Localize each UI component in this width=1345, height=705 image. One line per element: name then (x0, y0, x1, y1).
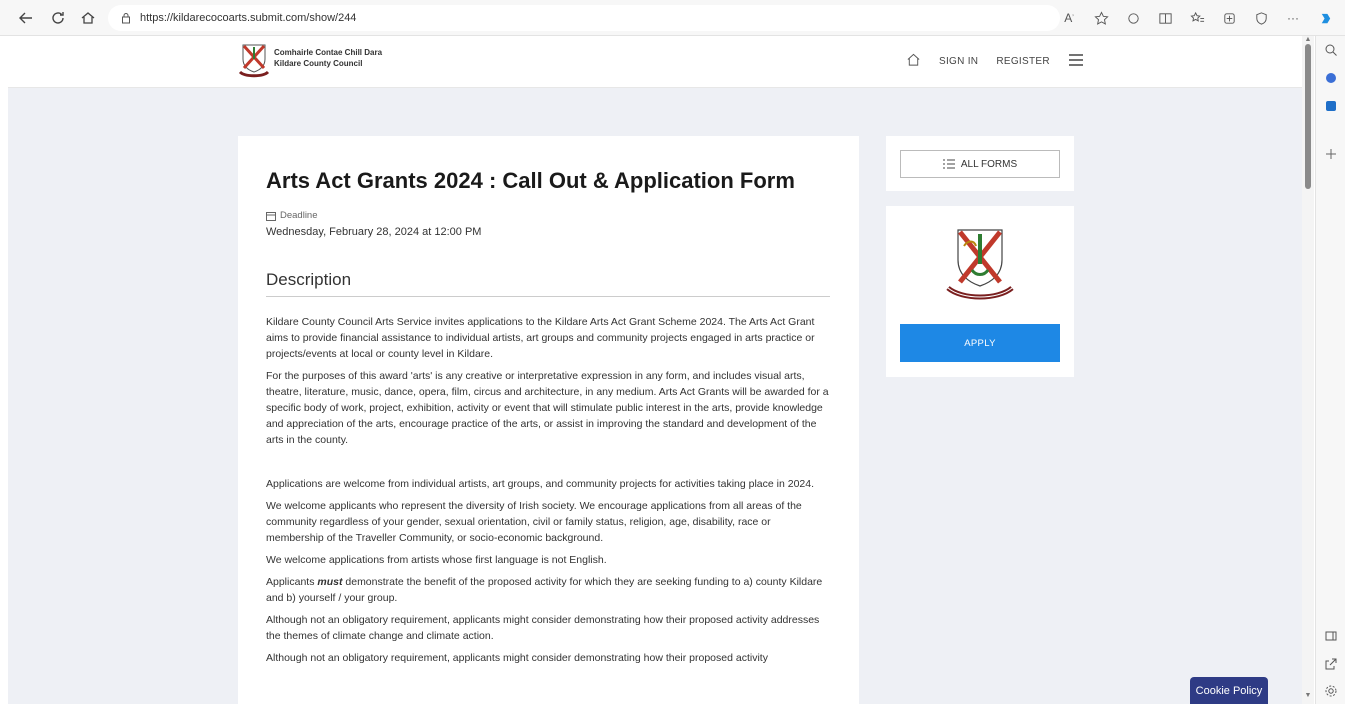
all-forms-label: ALL FORMS (960, 158, 1018, 170)
description-paragraph: For the purposes of this award 'arts' is… (266, 370, 829, 446)
description-paragraph: Applicants must demonstrate the benefit … (266, 576, 823, 604)
copilot-icon[interactable] (1311, 6, 1339, 30)
cookie-policy-button[interactable]: Cookie Policy (1190, 677, 1268, 704)
council-logo[interactable]: Comhairle Contae Chill Dara Kildare Coun… (238, 42, 382, 80)
add-icon[interactable] (1316, 140, 1345, 168)
more-options-icon[interactable]: ··· (1279, 6, 1307, 30)
deadline-label: Deadline (280, 210, 318, 221)
scroll-down-arrow-icon[interactable]: ▼ (1304, 692, 1312, 700)
home-icon[interactable] (74, 4, 102, 32)
emphasis-must: must (317, 576, 343, 588)
sidebar-panel-icon[interactable] (1316, 622, 1345, 650)
browser-essentials-icon[interactable] (1247, 6, 1275, 30)
register-link[interactable]: REGISTER (996, 56, 1050, 67)
council-crest-image (946, 229, 1014, 300)
description-paragraph: We welcome applications from artists who… (266, 554, 607, 566)
extensions-icon[interactable] (1119, 6, 1147, 30)
all-forms-button[interactable]: ALL FORMS (900, 150, 1060, 178)
address-bar[interactable]: https://kildarecocoarts.submit.com/show/… (108, 5, 1060, 31)
apply-card: APPLY (886, 206, 1074, 377)
shopping-icon[interactable] (1316, 64, 1345, 92)
logo-line-irish: Comhairle Contae Chill Dara (274, 48, 383, 57)
form-title: Arts Act Grants 2024 : Call Out & Applic… (266, 168, 795, 193)
description-paragraph: Although not an obligatory requirement, … (266, 652, 768, 664)
page-scrollbar[interactable]: ▲ ▼ (1302, 36, 1314, 704)
back-icon[interactable] (12, 4, 40, 32)
form-details-card: Arts Act Grants 2024 : Call Out & Applic… (238, 136, 859, 704)
description-heading: Description (266, 270, 352, 289)
search-icon[interactable] (1316, 36, 1345, 64)
description-paragraph: Applications are welcome from individual… (266, 478, 815, 490)
browser-toolbar: https://kildarecocoarts.submit.com/show/… (0, 0, 1345, 36)
description-body: Kildare County Council Arts Service invi… (266, 314, 830, 672)
divider (266, 296, 830, 297)
site-header: Comhairle Contae Chill Dara Kildare Coun… (8, 36, 1302, 88)
apply-button[interactable]: APPLY (900, 324, 1060, 362)
scroll-up-arrow-icon[interactable]: ▲ (1304, 36, 1312, 44)
favorite-star-icon[interactable] (1087, 6, 1115, 30)
description-paragraph: Kildare County Council Arts Service invi… (266, 316, 815, 360)
hamburger-menu-icon[interactable] (1068, 53, 1084, 70)
edge-sidebar (1315, 36, 1345, 704)
page-viewport: Comhairle Contae Chill Dara Kildare Coun… (8, 36, 1302, 704)
calendar-icon (266, 211, 276, 221)
favorites-icon[interactable] (1183, 6, 1211, 30)
lock-icon (122, 13, 130, 24)
refresh-icon[interactable] (44, 4, 72, 32)
scroll-thumb[interactable] (1305, 44, 1311, 189)
all-forms-card: ALL FORMS (886, 136, 1074, 191)
split-screen-icon[interactable] (1151, 6, 1179, 30)
read-aloud-icon[interactable]: Aʼ (1055, 6, 1083, 30)
home-nav-icon[interactable] (906, 52, 921, 70)
sign-in-link[interactable]: SIGN IN (939, 56, 978, 67)
description-paragraph: We welcome applicants who represent the … (266, 500, 802, 544)
external-link-icon[interactable] (1316, 650, 1345, 678)
description-paragraph: Although not an obligatory requirement, … (266, 614, 820, 642)
collections-icon[interactable] (1215, 6, 1243, 30)
list-icon (942, 159, 955, 169)
url-text: https://kildarecocoarts.submit.com/show/… (140, 12, 357, 24)
crest-icon (238, 44, 270, 78)
settings-gear-icon[interactable] (1316, 677, 1345, 705)
logo-line-english: Kildare County Council (274, 59, 363, 68)
outlook-icon[interactable] (1316, 92, 1345, 120)
deadline-value: Wednesday, February 28, 2024 at 12:00 PM (266, 226, 482, 238)
